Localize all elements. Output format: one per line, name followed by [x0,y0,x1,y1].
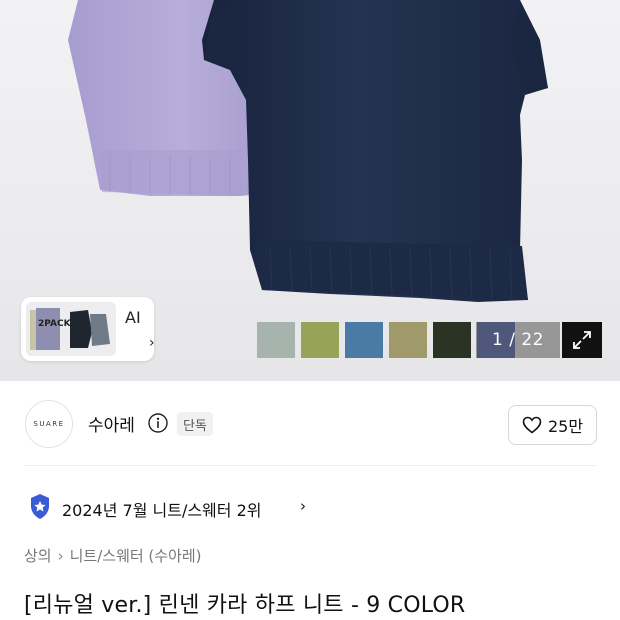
ai-thumbnail: 2PACK [26,302,116,356]
info-icon[interactable] [147,412,169,434]
rank-badge-icon [31,494,49,519]
brand-logo[interactable]: SUARE [25,400,73,448]
breadcrumb-item-knit[interactable]: 니트/스웨터 (수아레) [70,547,202,565]
brand-logo-text: SUARE [33,420,65,428]
color-swatch-4[interactable] [389,322,427,358]
like-button[interactable]: 25만 [508,405,597,445]
ai-label: AI [125,308,141,327]
expand-arrows-icon [573,331,591,349]
color-swatch-1[interactable] [257,322,295,358]
breadcrumb: 상의 › 니트/스웨터 (수아레) [24,545,202,566]
thumbnail-text: 2PACK [38,319,71,329]
chevron-right-icon: › [149,335,155,351]
image-counter: 1 / 22 [476,322,560,358]
color-swatch-2[interactable] [301,322,339,358]
product-image-gallery[interactable]: 2PACK AI › 1 / 22 [0,0,620,381]
divider [24,465,596,466]
product-title: [리뉴얼 ver.] 린넨 카라 하프 니트 - 9 COLOR [24,593,466,618]
like-count: 25만 [547,417,584,436]
chevron-right-icon: › [300,497,306,515]
breadcrumb-item-top[interactable]: 상의 [24,547,52,565]
brand-name[interactable]: 수아레 [88,411,135,436]
color-swatch-3[interactable] [345,322,383,358]
expand-icon[interactable] [562,322,602,358]
exclusive-badge: 단독 [177,412,213,436]
heart-icon [522,416,542,434]
thumbnail-image [26,302,116,356]
ranking-text: 2024년 7월 니트/스웨터 2위 [62,501,262,520]
breadcrumb-separator: › [57,547,64,565]
color-swatch-5[interactable] [433,322,471,358]
ai-recommendation-button[interactable]: 2PACK AI › [21,297,155,361]
brand-row: SUARE 수아레 단독 25만 [0,381,620,465]
